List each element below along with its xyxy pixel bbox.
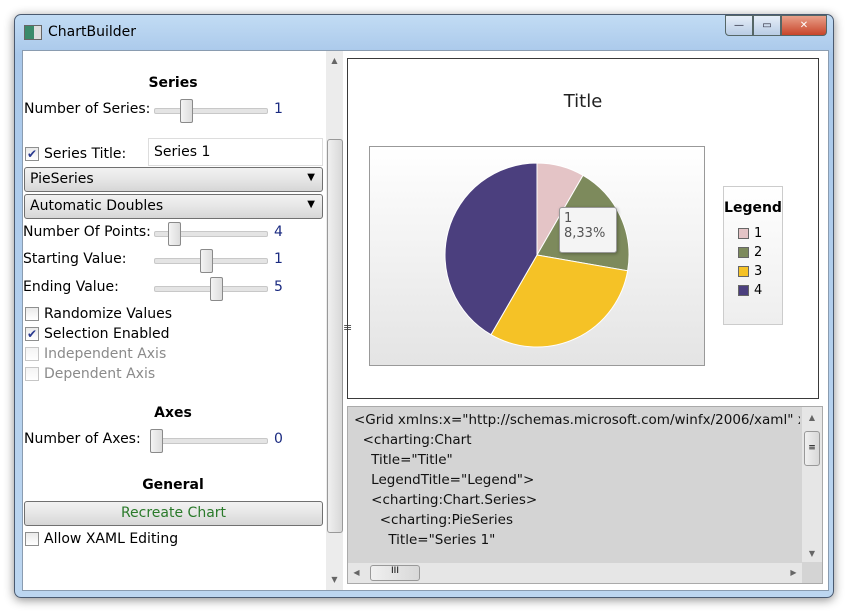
series-title-label: Series Title: — [44, 146, 127, 162]
recreate-chart-button[interactable]: Recreate Chart — [24, 501, 323, 526]
xaml-line: <charting:Chart.Series> — [354, 492, 538, 508]
series-type-combo[interactable]: PieSeries ▼ — [24, 167, 323, 192]
axes-heading: Axes — [154, 405, 192, 421]
independent-axis-checkbox[interactable] — [25, 347, 39, 361]
legend-title: Legend — [724, 200, 782, 216]
num-points-slider[interactable] — [154, 222, 268, 246]
maximize-button[interactable]: ▭ — [753, 15, 781, 36]
legend-label: 3 — [754, 264, 763, 279]
series-title-input[interactable]: Series 1 — [148, 138, 323, 166]
legend-swatch — [738, 247, 749, 258]
chart-container: Title 1 8,33% Legend 1234 — [347, 58, 819, 399]
scroll-down-icon[interactable]: ▼ — [802, 549, 822, 558]
scroll-right-icon[interactable]: ▶ — [785, 568, 802, 577]
slice-tooltip: 1 8,33% — [559, 207, 617, 253]
selection-enabled-label: Selection Enabled — [44, 326, 170, 342]
dropdown-arrow-icon: ▼ — [307, 172, 315, 183]
ending-value-value: 5 — [274, 279, 283, 295]
ending-value-slider[interactable] — [154, 277, 268, 301]
slider-thumb[interactable] — [180, 99, 193, 123]
scroll-thumb[interactable]: III — [370, 565, 420, 581]
num-axes-slider[interactable] — [150, 429, 268, 453]
num-points-value: 4 — [274, 224, 283, 240]
scroll-up-icon[interactable]: ▲ — [802, 413, 822, 422]
title-bar[interactable]: ChartBuilder — ▭ ✕ — [15, 15, 833, 49]
tooltip-label: 1 — [564, 211, 573, 226]
legend-swatch — [738, 285, 749, 296]
legend-swatch — [738, 266, 749, 277]
xaml-vscrollbar[interactable]: ▲ ≡ ▼ — [802, 407, 822, 562]
options-scrollbar[interactable]: ▲ ▼ — [326, 51, 343, 590]
dependent-axis-label: Dependent Axis — [44, 366, 156, 382]
slider-thumb[interactable] — [200, 249, 213, 273]
minimize-button[interactable]: — — [725, 15, 753, 36]
starting-value-label: Starting Value: — [23, 251, 127, 267]
xaml-hscrollbar[interactable]: ◀ III ▶ — [348, 563, 802, 583]
data-source-combo[interactable]: Automatic Doubles ▼ — [24, 194, 323, 219]
close-button[interactable]: ✕ — [781, 15, 827, 36]
series-title-value: Series 1 — [154, 144, 211, 160]
window-title: ChartBuilder — [48, 24, 136, 40]
starting-value-value: 1 — [274, 251, 283, 267]
legend-label: 4 — [754, 283, 763, 298]
series-type-value: PieSeries — [30, 171, 94, 187]
xaml-line: Title="Title" — [354, 452, 453, 468]
chartbuilder-window: ChartBuilder — ▭ ✕ Series Number of Seri… — [14, 14, 834, 598]
xaml-textbox[interactable]: <Grid xmlns:x="http://schemas.microsoft.… — [347, 406, 823, 584]
general-heading: General — [142, 477, 204, 493]
slider-thumb[interactable] — [150, 429, 163, 453]
num-series-label: Number of Series: — [24, 101, 151, 117]
selection-enabled-checkbox[interactable]: ✔ — [25, 327, 39, 341]
legend-label: 2 — [754, 245, 763, 260]
xaml-line: <Grid xmlns:x="http://schemas.microsoft.… — [354, 412, 800, 428]
legend-item: 2 — [738, 243, 782, 262]
scroll-thumb[interactable] — [327, 139, 343, 533]
allow-xaml-editing-checkbox[interactable] — [25, 532, 39, 546]
scroll-down-icon[interactable]: ▼ — [326, 575, 343, 584]
allow-xaml-editing-label: Allow XAML Editing — [44, 531, 179, 547]
legend: Legend 1 2 3 4 — [723, 186, 783, 325]
num-axes-label: Number of Axes: — [24, 431, 141, 447]
randomize-checkbox[interactable] — [25, 307, 39, 321]
app-icon — [24, 25, 42, 40]
series-heading: Series — [148, 75, 198, 91]
independent-axis-label: Independent Axis — [44, 346, 167, 362]
num-series-slider[interactable] — [154, 99, 268, 123]
client-area: Series Number of Series: 1 ✔ Series Titl… — [22, 50, 829, 591]
dependent-axis-checkbox[interactable] — [25, 367, 39, 381]
options-panel: Series Number of Series: 1 ✔ Series Titl… — [23, 51, 343, 590]
series-title-checkbox[interactable]: ✔ — [25, 147, 39, 161]
starting-value-slider[interactable] — [154, 249, 268, 273]
slider-thumb[interactable] — [210, 277, 223, 301]
ending-value-label: Ending Value: — [23, 279, 119, 295]
recreate-chart-label: Recreate Chart — [120, 505, 227, 521]
legend-swatch — [738, 228, 749, 239]
xaml-line: <charting:Chart — [354, 432, 472, 448]
xaml-line: <charting:PieSeries — [354, 512, 513, 528]
scroll-up-icon[interactable]: ▲ — [326, 56, 343, 65]
xaml-line: Title="Series 1" — [354, 532, 496, 548]
data-source-value: Automatic Doubles — [30, 198, 164, 214]
scroll-left-icon[interactable]: ◀ — [348, 568, 365, 577]
xaml-line: LegendTitle="Legend"> — [354, 472, 535, 488]
legend-item: 3 — [738, 262, 782, 281]
legend-label: 1 — [754, 226, 763, 241]
slider-thumb[interactable] — [168, 222, 181, 246]
randomize-label: Randomize Values — [44, 306, 173, 322]
scroll-thumb[interactable]: ≡ — [804, 431, 820, 466]
legend-item: 1 — [738, 224, 782, 243]
legend-item: 4 — [738, 281, 782, 300]
tooltip-percent: 8,33% — [564, 226, 606, 241]
dropdown-arrow-icon: ▼ — [307, 199, 315, 210]
num-series-value: 1 — [274, 101, 283, 117]
num-axes-value: 0 — [274, 431, 283, 447]
num-points-label: Number Of Points: — [23, 224, 151, 240]
